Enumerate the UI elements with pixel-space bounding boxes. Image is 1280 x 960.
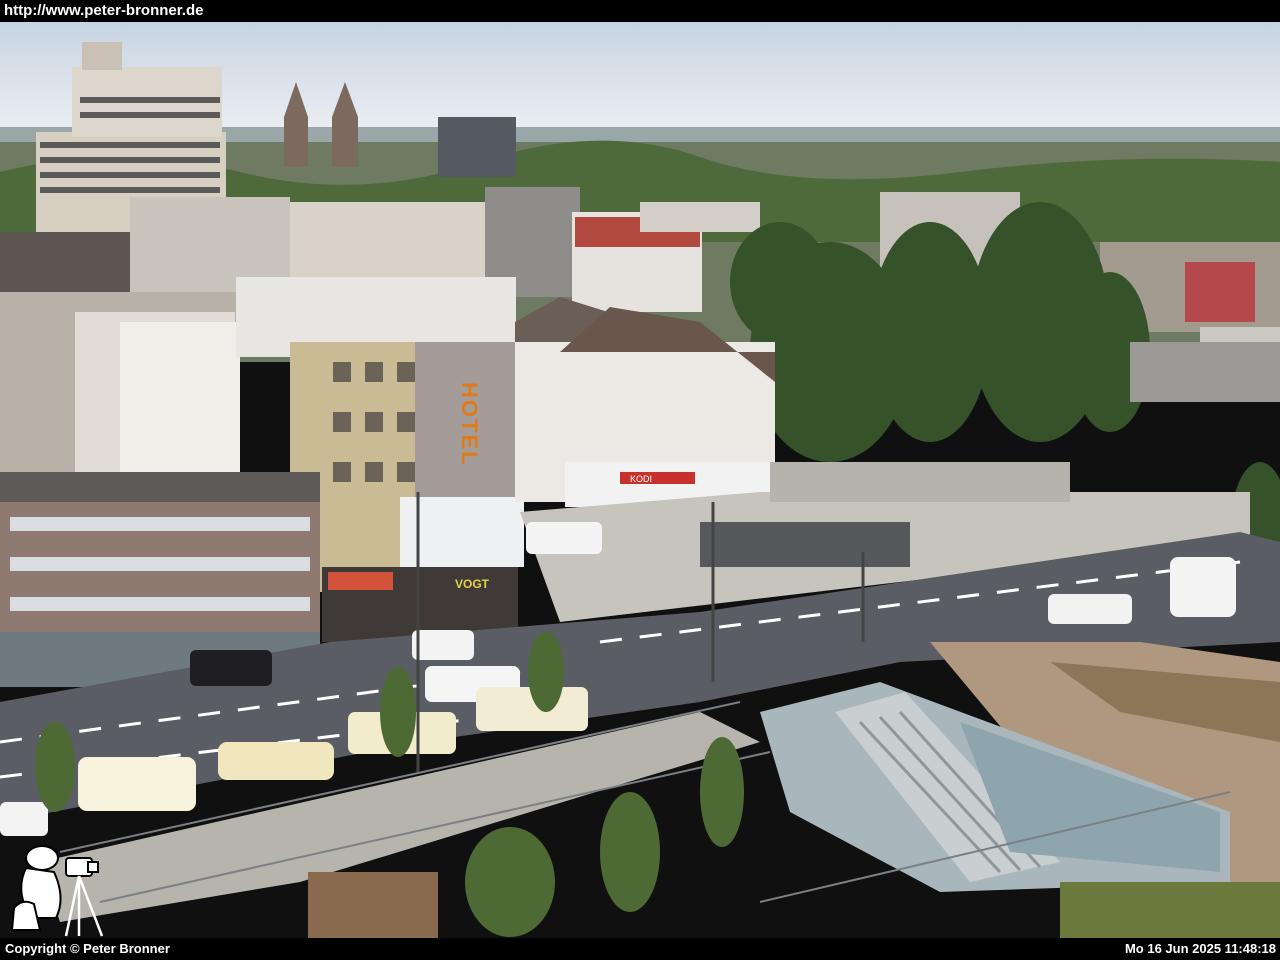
copyright-text: Copyright © Peter Bronner [5, 941, 170, 956]
photographer-with-camera-icon [4, 838, 114, 938]
left-houses [0, 292, 240, 492]
shop-sign: VOGT [455, 577, 490, 591]
bottom-bar: Copyright © Peter Bronner Mo 16 Jun 2025… [0, 938, 1280, 960]
site-url: http://www.peter-bronner.de [4, 2, 204, 19]
timestamp: Mo 16 Jun 2025 11:48:18 [1124, 941, 1276, 956]
webcam-photo: VOGT HOTEL KODI [0, 22, 1280, 938]
top-bar: http://www.peter-bronner.de [0, 0, 1280, 22]
store-sign: KODI [630, 474, 652, 484]
parking-lot [1130, 342, 1280, 402]
hotel-sign: HOTEL [457, 382, 482, 467]
